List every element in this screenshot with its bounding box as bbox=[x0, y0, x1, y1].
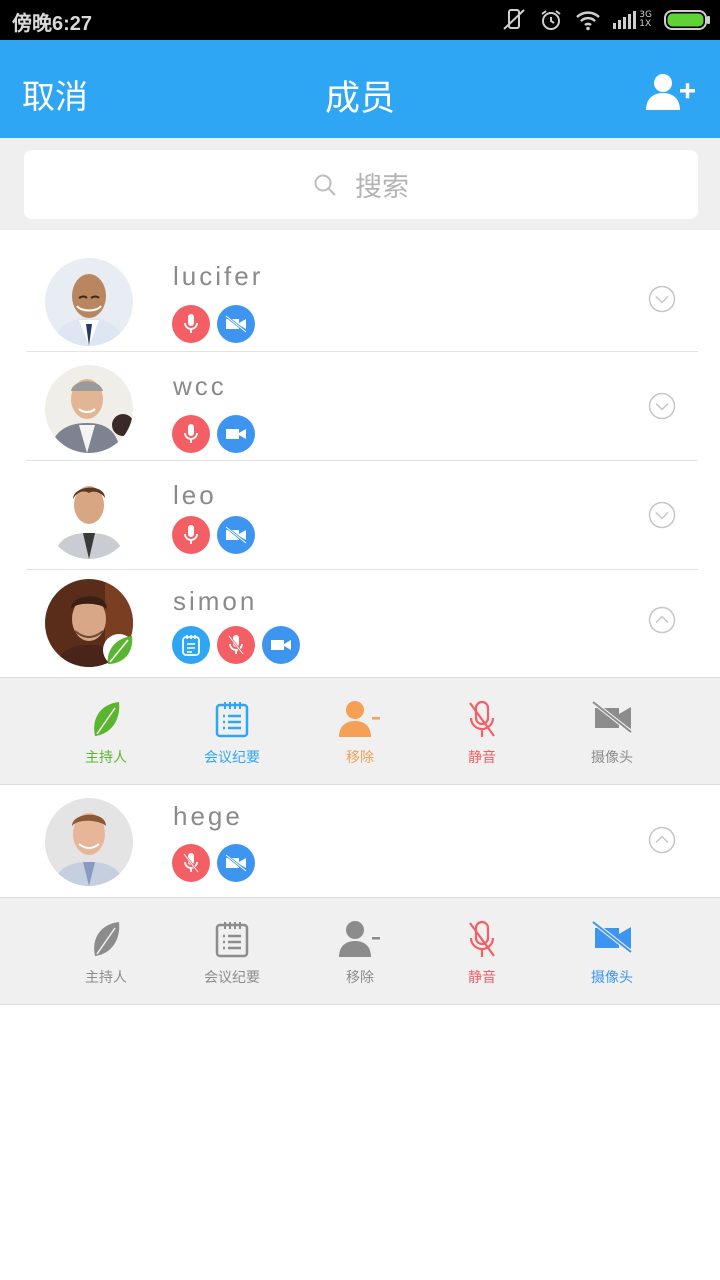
search-area: 搜索 bbox=[0, 138, 720, 230]
member-name: hege bbox=[173, 801, 243, 831]
member-row[interactable]: hege bbox=[0, 785, 720, 897]
member-row[interactable]: leo bbox=[0, 461, 720, 570]
member-status-badges bbox=[172, 626, 300, 664]
leaf-icon bbox=[94, 922, 120, 956]
camera-off-icon bbox=[591, 920, 633, 954]
action-label: 移除 bbox=[346, 970, 374, 986]
mic-muted-icon bbox=[469, 920, 495, 957]
chevron-down-icon[interactable] bbox=[648, 501, 676, 529]
mic-muted-icon bbox=[469, 700, 495, 737]
action-label: 摄像头 bbox=[591, 750, 633, 766]
camera-button[interactable]: 摄像头 bbox=[552, 898, 672, 1004]
meeting-minutes-icon bbox=[172, 626, 210, 664]
search-input[interactable]: 搜索 bbox=[24, 150, 698, 219]
member-action-panel: 主持人 会议纪要 移除 静音 摄像头 bbox=[0, 677, 720, 785]
member-name: lucifer bbox=[173, 261, 264, 291]
mute-button[interactable]: 静音 bbox=[422, 678, 542, 784]
set-host-button[interactable]: 主持人 bbox=[46, 678, 166, 784]
network-subtype: 1X bbox=[639, 19, 652, 29]
search-icon bbox=[314, 174, 336, 196]
mic-on-icon bbox=[172, 415, 210, 453]
avatar bbox=[45, 798, 133, 886]
remove-member-button[interactable]: 移除 bbox=[300, 898, 420, 1004]
meeting-minutes-button[interactable]: 会议纪要 bbox=[172, 898, 292, 1004]
mic-muted-icon bbox=[217, 626, 255, 664]
avatar bbox=[45, 365, 133, 453]
chevron-up-icon[interactable] bbox=[648, 826, 676, 854]
page-title: 成员 bbox=[324, 79, 395, 119]
member-row[interactable]: lucifer bbox=[0, 230, 720, 352]
meeting-minutes-icon bbox=[215, 702, 249, 738]
mic-muted-icon bbox=[172, 844, 210, 882]
alarm-icon bbox=[541, 10, 561, 30]
member-row[interactable]: simon bbox=[0, 570, 720, 677]
camera-off-icon bbox=[591, 700, 633, 734]
status-icons: 3G 1X bbox=[501, 7, 710, 33]
action-label: 移除 bbox=[346, 750, 374, 766]
avatar bbox=[45, 258, 133, 346]
mute-button[interactable]: 静音 bbox=[422, 898, 542, 1004]
mic-on-icon bbox=[172, 305, 210, 343]
chevron-up-icon[interactable] bbox=[648, 606, 676, 634]
action-label: 会议纪要 bbox=[204, 750, 260, 766]
remove-user-icon bbox=[339, 921, 380, 957]
app-header: 取消 成员 bbox=[0, 40, 720, 138]
status-time: 傍晚6:27 bbox=[12, 13, 93, 35]
search-placeholder: 搜索 bbox=[355, 172, 409, 203]
action-label: 摄像头 bbox=[591, 970, 633, 986]
camera-on-icon bbox=[262, 626, 300, 664]
camera-off-icon bbox=[217, 844, 255, 882]
member-status-badges bbox=[172, 516, 255, 554]
member-action-panel: 主持人 会议纪要 移除 静音 摄像头 bbox=[0, 897, 720, 1005]
member-status-badges bbox=[172, 844, 255, 882]
camera-button[interactable]: 摄像头 bbox=[552, 678, 672, 784]
leaf-icon bbox=[94, 702, 120, 736]
vibrate-off-icon bbox=[503, 9, 525, 30]
status-bar: 傍晚6:27 3G 1X bbox=[0, 0, 720, 40]
signal-indicator: 3G 1X bbox=[613, 11, 652, 29]
camera-on-icon bbox=[217, 415, 255, 453]
meeting-minutes-icon bbox=[215, 922, 249, 958]
action-label: 主持人 bbox=[85, 750, 127, 766]
camera-off-icon bbox=[217, 305, 255, 343]
set-host-button[interactable]: 主持人 bbox=[46, 898, 166, 1004]
wifi-icon bbox=[576, 11, 601, 31]
action-label: 静音 bbox=[468, 750, 496, 766]
member-status-badges bbox=[172, 305, 255, 343]
remove-user-icon bbox=[339, 701, 380, 737]
battery-icon bbox=[664, 10, 710, 30]
member-row[interactable]: wcc bbox=[0, 352, 720, 461]
signal-icon bbox=[613, 11, 637, 29]
chevron-down-icon[interactable] bbox=[648, 392, 676, 420]
meeting-minutes-button[interactable]: 会议纪要 bbox=[172, 678, 292, 784]
action-label: 静音 bbox=[468, 970, 496, 986]
remove-member-button[interactable]: 移除 bbox=[300, 678, 420, 784]
member-status-badges bbox=[172, 415, 255, 453]
cancel-button[interactable]: 取消 bbox=[22, 70, 88, 118]
add-member-icon[interactable] bbox=[646, 72, 696, 112]
host-leaf-icon bbox=[103, 634, 135, 666]
mic-on-icon bbox=[172, 516, 210, 554]
member-name: wcc bbox=[173, 371, 227, 401]
member-name: leo bbox=[173, 480, 217, 510]
member-name: simon bbox=[173, 586, 258, 616]
chevron-down-icon[interactable] bbox=[648, 285, 676, 313]
action-label: 主持人 bbox=[85, 970, 127, 986]
camera-off-icon bbox=[217, 516, 255, 554]
action-label: 会议纪要 bbox=[204, 970, 260, 986]
avatar bbox=[45, 471, 133, 559]
